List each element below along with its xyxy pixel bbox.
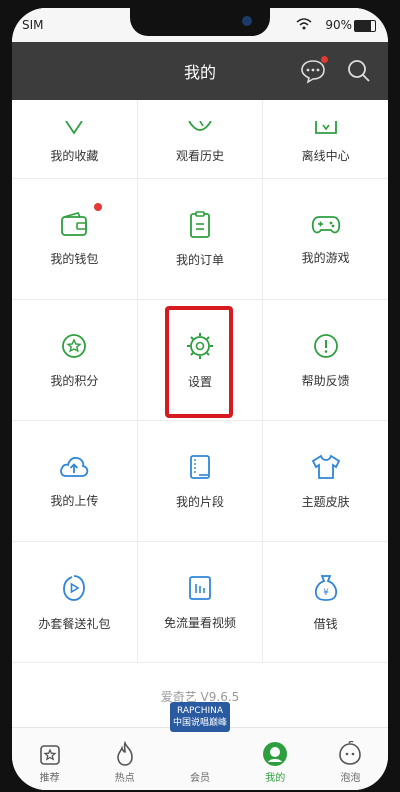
grid-row: 我的上传 我的片段 主题皮肤 [12, 421, 388, 542]
tab-bubble[interactable]: 泡泡 [313, 728, 388, 790]
grid-item-label: 我的积分 [50, 373, 99, 388]
battery-percent: 90% [325, 18, 352, 32]
highlight-box [164, 306, 233, 418]
svg-text:¥: ¥ [323, 588, 329, 598]
screen: SIM 90% 我的 我的收藏 观看历史 离线中心 我的钱包 我的订单 我的游戏… [12, 8, 388, 790]
grid-item-history[interactable]: 观看历史 [138, 100, 264, 178]
promo-line-1: RAPCHINA [176, 706, 224, 716]
tab-vip[interactable]: RAPCHINA 中国说唱巅峰 会员 [162, 702, 237, 790]
wallet-icon [61, 211, 88, 236]
grid-item-label: 帮助反馈 [301, 373, 350, 388]
grid-item-label: 办套餐送礼包 [38, 616, 111, 631]
grid-item-label: 观看历史 [176, 149, 225, 163]
camera-icon [242, 16, 252, 26]
search-button[interactable] [346, 58, 372, 84]
tab-label: 泡泡 [340, 773, 361, 784]
hot-flame-icon [116, 741, 133, 766]
status-bar: SIM 90% [12, 8, 388, 42]
feature-grid: 我的收藏 观看历史 离线中心 我的钱包 我的订单 我的游戏 我的积分 设置 帮助… [12, 100, 388, 663]
home-recommend-icon [39, 745, 60, 765]
grid-row: 我的收藏 观看历史 离线中心 [12, 100, 388, 179]
grid-item-games[interactable]: 我的游戏 [263, 179, 388, 299]
grid-item-label: 借钱 [313, 616, 338, 631]
tab-label: 会员 [190, 773, 210, 784]
grid-item-theme[interactable]: 主题皮肤 [263, 421, 388, 541]
page-title: 我的 [183, 63, 216, 82]
grid-item-points[interactable]: 我的积分 [12, 300, 138, 420]
phone-frame: SIM 90% 我的 我的收藏 观看历史 离线中心 我的钱包 我的订单 我的游戏… [0, 0, 400, 792]
tab-label: 热点 [114, 773, 135, 784]
grid-item-label: 免流量看视频 [164, 615, 237, 630]
wallet-badge-dot [94, 203, 102, 211]
points-icon [62, 333, 87, 358]
grid-item-offline[interactable]: 离线中心 [263, 100, 388, 178]
grid-item-wallet[interactable]: 我的钱包 [12, 179, 138, 299]
promo-line-2: 中国说唱巅峰 [172, 718, 227, 728]
page-header: 我的 [12, 42, 388, 100]
tab-recommend[interactable]: 推荐 [12, 728, 87, 790]
grid-item-label: 我的收藏 [50, 149, 99, 163]
grid-row: 办套餐送礼包 免流量看视频 ¥ 借钱 [12, 542, 388, 663]
carrier-label: SIM [22, 18, 44, 32]
help-feedback-icon [313, 333, 338, 358]
order-clipboard-icon [190, 210, 210, 238]
bottom-tab-bar: 推荐 热点 RAPCHINA 中国说唱巅峰 会员 我的 泡泡 [12, 702, 388, 790]
grid-item-favorites[interactable]: 我的收藏 [12, 100, 138, 178]
vip-promo-badge: RAPCHINA 中国说唱巅峰 [170, 702, 230, 732]
gamepad-icon [311, 215, 340, 233]
history-clock-icon [188, 121, 212, 131]
my-profile-icon [263, 742, 288, 766]
tab-hot[interactable]: 热点 [87, 728, 162, 790]
grid-row: 我的积分 设置 帮助反馈 [12, 300, 388, 421]
grid-item-label: 我的游戏 [301, 250, 350, 265]
grid-item-clips[interactable]: 我的片段 [138, 421, 264, 541]
search-icon [348, 60, 370, 82]
tab-label: 我的 [265, 773, 286, 784]
grid-item-label: 我的订单 [176, 252, 225, 267]
grid-item-free-data-video[interactable]: 免流量看视频 [138, 542, 264, 662]
grid-item-label: 我的片段 [176, 494, 225, 509]
grid-item-help[interactable]: 帮助反馈 [263, 300, 388, 420]
battery-icon [354, 20, 376, 32]
download-icon [314, 121, 337, 134]
grid-item-label: 主题皮肤 [301, 494, 350, 509]
grid-row: 我的钱包 我的订单 我的游戏 [12, 179, 388, 300]
grid-item-label: 我的上传 [50, 493, 99, 508]
grid-item-settings[interactable]: 设置 [138, 300, 264, 420]
grid-item-upload[interactable]: 我的上传 [12, 421, 138, 541]
money-bag-icon: ¥ [314, 574, 337, 601]
tab-label: 推荐 [39, 773, 60, 784]
film-clip-icon [190, 454, 210, 479]
grid-item-package-gift[interactable]: 办套餐送礼包 [12, 542, 138, 662]
unread-dot [321, 56, 328, 63]
cloud-upload-icon [60, 456, 89, 477]
play-drop-icon [63, 574, 86, 601]
wifi-icon [296, 18, 312, 30]
tab-my[interactable]: 我的 [238, 728, 313, 790]
grid-item-label: 我的钱包 [50, 251, 99, 266]
bubble-icon [339, 741, 362, 765]
grid-item-borrow-money[interactable]: ¥ 借钱 [263, 542, 388, 662]
grid-item-label: 离线中心 [301, 149, 350, 163]
grid-item-orders[interactable]: 我的订单 [138, 179, 264, 299]
message-button[interactable] [300, 56, 328, 84]
star-bookmark-icon [65, 121, 84, 135]
video-file-icon [189, 575, 211, 600]
tshirt-theme-icon [311, 454, 340, 479]
